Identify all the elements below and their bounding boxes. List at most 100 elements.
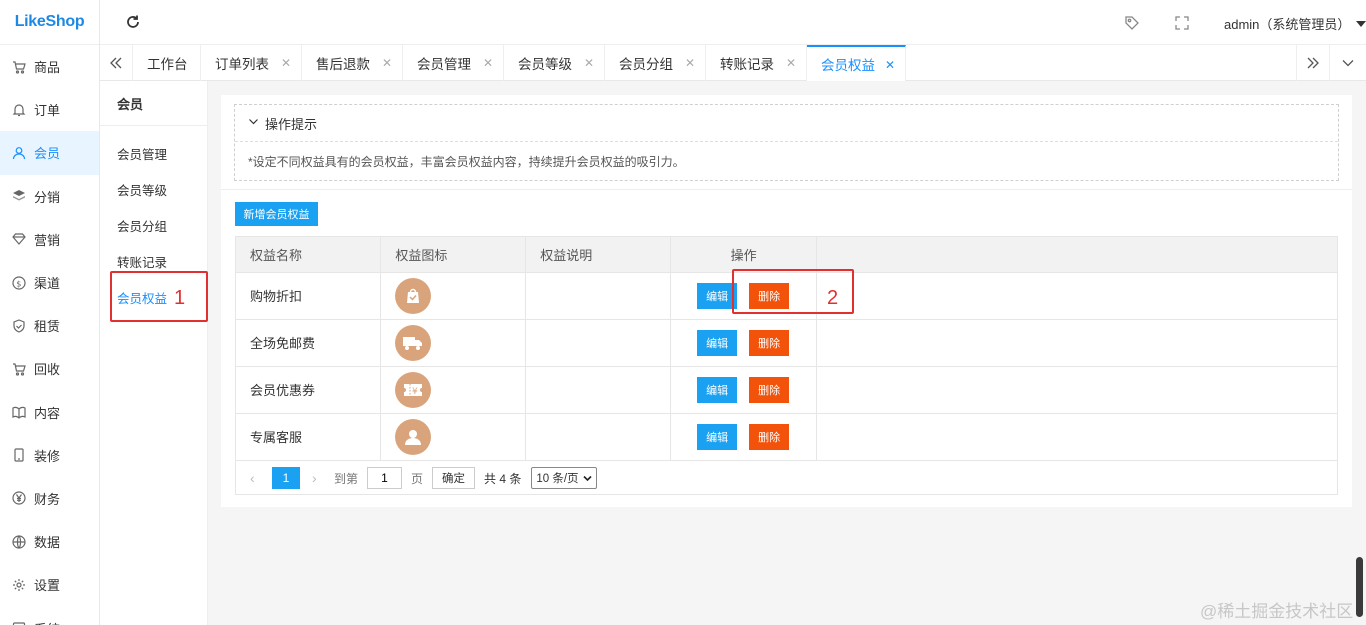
bell-icon bbox=[12, 103, 26, 117]
tab-bar: 工作台 订单列表 ✕ 售后退款 ✕ 会员管理 ✕ 会员等级 ✕ 会员分组 ✕ 转… bbox=[100, 45, 1366, 81]
fullscreen-icon[interactable] bbox=[1174, 15, 1190, 31]
close-icon[interactable]: ✕ bbox=[382, 56, 392, 70]
dollar-icon: $ bbox=[12, 275, 26, 290]
sidebar-item-content[interactable]: 内容 bbox=[0, 391, 99, 434]
edit-button[interactable]: 编辑 bbox=[697, 376, 738, 403]
goto-page-input[interactable] bbox=[367, 467, 403, 489]
benefit-name: 购物折扣 bbox=[236, 272, 382, 320]
column-header-filler bbox=[816, 237, 1337, 273]
sidebar-item-finance[interactable]: 财务 bbox=[0, 477, 99, 520]
sidebar-item-goods[interactable]: 商品 bbox=[0, 45, 99, 88]
benefit-name: 会员优惠券 bbox=[236, 366, 382, 414]
tips-header[interactable]: 操作提示 bbox=[235, 105, 1338, 142]
close-icon[interactable]: ✕ bbox=[483, 56, 493, 70]
close-icon[interactable]: ✕ bbox=[685, 56, 695, 70]
delete-button[interactable]: 删除 bbox=[749, 376, 790, 403]
table-row: 会员优惠券 ¥ 编辑 删除 bbox=[236, 366, 1337, 414]
delete-button[interactable]: 删除 bbox=[749, 423, 790, 450]
user-name: admin（系统管理员） bbox=[1224, 17, 1351, 32]
sidebar-item-decoration[interactable]: 装修 bbox=[0, 434, 99, 477]
sidebar-item-members[interactable]: 会员 bbox=[0, 131, 99, 175]
chevron-down-icon bbox=[248, 116, 259, 130]
tab-label: 会员权益 bbox=[821, 58, 875, 73]
tab-after-sales[interactable]: 售后退款 ✕ bbox=[302, 45, 403, 81]
filler-cell bbox=[816, 272, 1337, 320]
annotation-box-1 bbox=[110, 271, 208, 322]
tag-icon[interactable] bbox=[1124, 15, 1140, 31]
tab-scroll-left-icon[interactable] bbox=[100, 45, 133, 81]
benefit-desc bbox=[525, 319, 672, 367]
sidebar-item-marketing[interactable]: 营销 bbox=[0, 218, 99, 261]
next-page-icon[interactable]: › bbox=[312, 470, 326, 486]
column-header: 操作 bbox=[670, 237, 818, 273]
shopping-bag-icon bbox=[395, 277, 432, 314]
filler-cell bbox=[816, 413, 1337, 461]
close-icon[interactable]: ✕ bbox=[885, 58, 895, 72]
benefit-name: 全场免邮费 bbox=[236, 319, 382, 367]
sidebar-item-data[interactable]: 数据 bbox=[0, 520, 99, 563]
sidebar-item-label: 系统 bbox=[34, 619, 60, 625]
delete-button[interactable]: 删除 bbox=[749, 329, 790, 356]
tab-member-group[interactable]: 会员分组 ✕ bbox=[605, 45, 706, 81]
scrollbar-thumb[interactable] bbox=[1356, 557, 1363, 617]
goto-label: 到第 bbox=[334, 471, 359, 486]
chevron-down-icon[interactable] bbox=[1329, 45, 1366, 81]
submenu-item-member-manage[interactable]: 会员管理 bbox=[100, 135, 207, 171]
sidebar-item-recycle[interactable]: 回收 bbox=[0, 347, 99, 390]
column-header: 权益名称 bbox=[236, 237, 382, 273]
submenu-title: 会员 bbox=[100, 81, 207, 126]
benefit-name: 专属客服 bbox=[236, 413, 382, 461]
actions-cell: 编辑 删除 bbox=[670, 319, 818, 367]
edit-button[interactable]: 编辑 bbox=[697, 423, 738, 450]
column-header: 权益图标 bbox=[380, 237, 527, 273]
sidebar-item-label: 数据 bbox=[34, 535, 61, 551]
tab-scroll-right-icon[interactable] bbox=[1296, 45, 1329, 81]
edit-button[interactable]: 编辑 bbox=[697, 329, 738, 356]
submenu-item-member-level[interactable]: 会员等级 bbox=[100, 171, 207, 207]
benefit-desc bbox=[525, 272, 672, 320]
user-menu[interactable]: admin（系统管理员） bbox=[1224, 14, 1366, 33]
page-number-current[interactable]: 1 bbox=[272, 467, 300, 489]
truck-icon bbox=[395, 324, 432, 361]
page-size-select[interactable]: 10 条/页 bbox=[531, 467, 597, 489]
sidebar-item-label: 订单 bbox=[34, 103, 61, 119]
svg-text:¥: ¥ bbox=[412, 387, 418, 397]
prev-page-icon[interactable]: ‹ bbox=[250, 470, 264, 486]
annotation-number-1: 1 bbox=[174, 287, 186, 309]
tips-panel: 操作提示 *设定不同权益具有的会员权益，丰富会员权益内容，持续提升会员权益的吸引… bbox=[234, 104, 1339, 181]
tab-workbench[interactable]: 工作台 bbox=[133, 45, 201, 81]
cart-icon bbox=[12, 362, 26, 376]
cart-icon bbox=[12, 60, 26, 74]
refresh-icon[interactable] bbox=[124, 13, 142, 31]
sidebar-item-label: 会员 bbox=[34, 146, 61, 162]
goto-confirm-button[interactable]: 确定 bbox=[432, 467, 476, 489]
main-sidebar: LikeShop 商品 订单 会员 分销 营销 $ 渠道 租赁 回收 内容 装修 bbox=[0, 0, 100, 625]
close-icon[interactable]: ✕ bbox=[786, 56, 796, 70]
tab-order-list[interactable]: 订单列表 ✕ bbox=[201, 45, 302, 81]
tab-member-benefits[interactable]: 会员权益 ✕ bbox=[807, 45, 906, 81]
sidebar-item-orders[interactable]: 订单 bbox=[0, 88, 99, 131]
sidebar-item-system[interactable]: 系统 bbox=[0, 606, 99, 625]
tab-member-level[interactable]: 会员等级 ✕ bbox=[504, 45, 605, 81]
add-benefit-button[interactable]: 新增会员权益 bbox=[235, 202, 318, 226]
sidebar-item-channels[interactable]: $ 渠道 bbox=[0, 261, 99, 304]
sidebar-item-distribution[interactable]: 分销 bbox=[0, 175, 99, 218]
layers-icon bbox=[12, 189, 26, 203]
close-icon[interactable]: ✕ bbox=[584, 56, 594, 70]
user-icon bbox=[12, 146, 26, 160]
tab-member-manage[interactable]: 会员管理 ✕ bbox=[403, 45, 504, 81]
benefit-icon-cell bbox=[380, 319, 527, 367]
globe-icon bbox=[12, 535, 26, 549]
app-logo[interactable]: LikeShop bbox=[0, 0, 99, 45]
sidebar-item-settings[interactable]: 设置 bbox=[0, 563, 99, 606]
tab-label: 售后退款 bbox=[316, 57, 370, 72]
sidebar-item-label: 设置 bbox=[34, 578, 61, 594]
total-count: 共 4 条 bbox=[484, 471, 522, 486]
submenu-item-member-group[interactable]: 会员分组 bbox=[100, 207, 207, 243]
sidebar-item-label: 商品 bbox=[34, 60, 61, 76]
tab-transfer-log[interactable]: 转账记录 ✕ bbox=[706, 45, 807, 81]
close-icon[interactable]: ✕ bbox=[281, 56, 291, 70]
sidebar-item-rental[interactable]: 租赁 bbox=[0, 304, 99, 347]
benefit-icon-cell: ¥ bbox=[380, 366, 527, 414]
chevron-down-icon bbox=[582, 475, 592, 481]
